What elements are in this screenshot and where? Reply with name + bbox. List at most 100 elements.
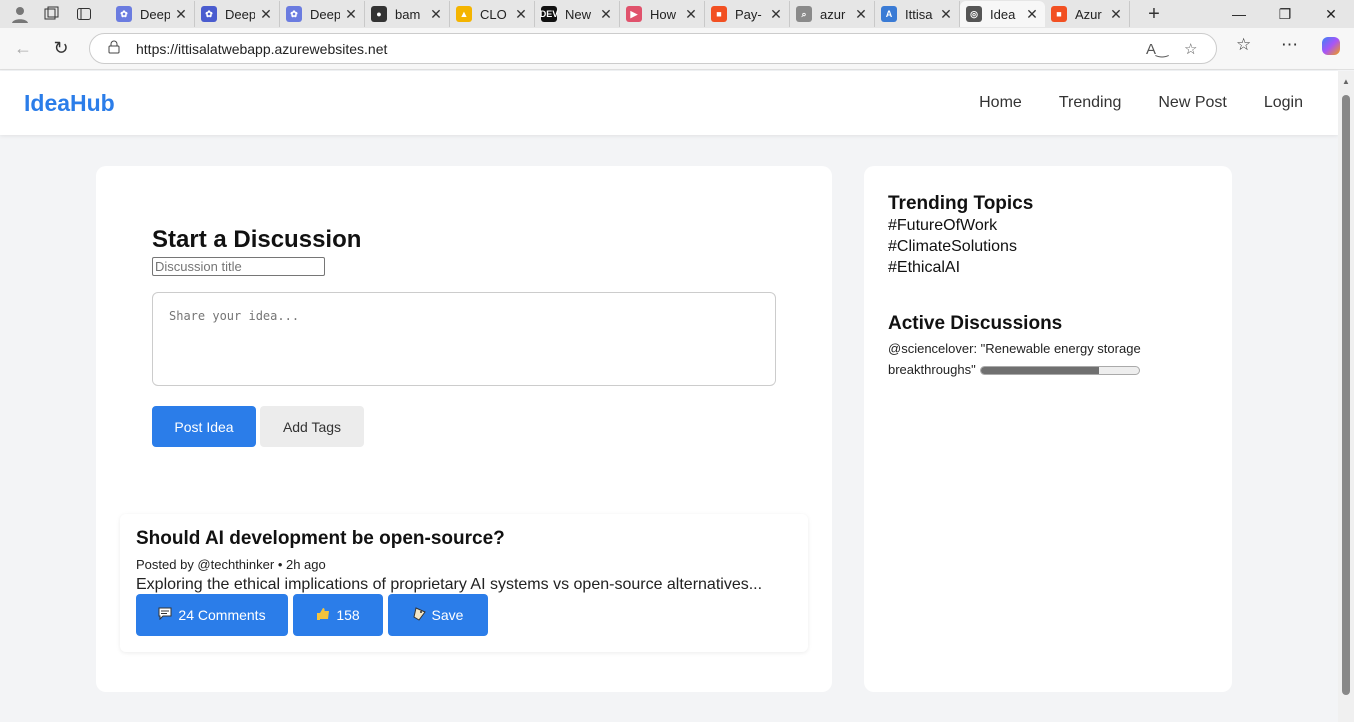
tab-close-icon[interactable]: ✕ (429, 6, 443, 23)
restore-icon[interactable]: ❐ (1262, 0, 1308, 28)
tab-close-icon[interactable]: ✕ (939, 6, 953, 23)
copilot-icon[interactable] (1320, 35, 1342, 62)
nav-login[interactable]: Login (1264, 94, 1303, 112)
browser-tab[interactable]: ● bam ✕ (365, 1, 450, 27)
tab-label: CLO (480, 6, 507, 22)
scroll-thumb[interactable] (1342, 95, 1350, 695)
idea-textarea[interactable] (152, 292, 776, 386)
tab-favicon-icon: ✿ (286, 6, 302, 22)
tab-favicon-icon: ⌕ (796, 6, 812, 22)
nav-trending[interactable]: Trending (1059, 94, 1122, 112)
profile-icon[interactable] (8, 2, 32, 26)
save-button[interactable]: Save (388, 594, 488, 636)
thumbs-up-icon (316, 607, 330, 624)
post-idea-button[interactable]: Post Idea (152, 406, 256, 447)
browser-tab[interactable]: ■ Pay- ✕ (705, 1, 790, 27)
browser-tab-bar: ✿ Deep ✕ ✿ Deep ✕ ✿ Deep ✕ ● bam ✕ ▲ CLO ✕ DEV New ✕ ▶ How ✕… (0, 0, 1354, 28)
url-field[interactable]: https://ittisalatwebapp.azurewebsites.ne… (89, 33, 1217, 64)
tab-favicon-icon: A (881, 6, 897, 22)
browser-tab[interactable]: A Ittisa ✕ (875, 1, 960, 27)
back-icon[interactable]: ← (8, 34, 38, 64)
tab-favicon-icon: ◎ (966, 6, 982, 22)
browser-tab[interactable]: ◎ Idea ✕ (960, 1, 1045, 27)
favorite-star-icon[interactable]: ☆ (1184, 40, 1197, 58)
activity-progress-fill (980, 367, 1100, 375)
like-button[interactable]: 158 (293, 594, 383, 636)
tab-favicon-icon: ● (371, 6, 387, 22)
browser-tab[interactable]: ■ Azur ✕ (1045, 1, 1130, 27)
tab-close-icon[interactable]: ✕ (1025, 6, 1039, 23)
browser-tab[interactable]: ✿ Deep ✕ (195, 1, 280, 27)
comments-button[interactable]: 24 Comments (136, 594, 288, 636)
close-window-icon[interactable]: ✕ (1308, 0, 1354, 28)
post-meta: Posted by @techthinker • 2h ago (136, 557, 326, 572)
minimize-icon[interactable]: — (1216, 0, 1262, 28)
refresh-icon[interactable]: ↻ (46, 34, 76, 64)
speech-bubble-icon (158, 607, 172, 623)
tab-close-icon[interactable]: ✕ (514, 6, 528, 23)
like-count: 158 (336, 607, 360, 623)
tab-label: Ittisa (905, 6, 933, 22)
tab-strip: ✿ Deep ✕ ✿ Deep ✕ ✿ Deep ✕ ● bam ✕ ▲ CLO ✕ DEV New ✕ ▶ How ✕… (110, 0, 1130, 28)
activity-progress-bar (979, 366, 1140, 376)
nav-new-post[interactable]: New Post (1158, 94, 1226, 112)
active-discussions-heading: Active Discussions (888, 313, 1063, 334)
bookmark-icon (412, 606, 426, 624)
tab-label: Deep (140, 6, 170, 22)
main-nav: Home Trending New Post Login (942, 94, 1303, 112)
main-content-card: Start a Discussion Post Idea Add Tags Sh… (96, 166, 832, 692)
add-tags-button[interactable]: Add Tags (260, 406, 364, 447)
tab-close-icon[interactable]: ✕ (684, 6, 698, 23)
active-discussion-item[interactable]: @sciencelover: "Renewable energy storage… (888, 338, 1168, 380)
trending-topic[interactable]: #ClimateSolutions (888, 238, 1017, 256)
tab-favicon-icon: ■ (711, 6, 727, 22)
tab-favicon-icon: ✿ (116, 6, 132, 22)
window-controls: — ❐ ✕ (1216, 0, 1354, 28)
post-title[interactable]: Should AI development be open-source? (136, 528, 505, 550)
compose-heading: Start a Discussion (152, 226, 362, 253)
tab-favicon-icon: DEV (540, 6, 558, 22)
browser-tab[interactable]: ▶ How ✕ (620, 1, 705, 27)
trending-topic[interactable]: #EthicalAI (888, 259, 960, 277)
tab-favicon-icon: ✿ (201, 6, 217, 22)
tab-label: Deep (310, 6, 340, 22)
trending-heading: Trending Topics (888, 193, 1034, 214)
tab-label: azur (820, 6, 846, 22)
tab-close-icon[interactable]: ✕ (769, 6, 783, 23)
browser-tab[interactable]: ▲ CLO ✕ (450, 1, 535, 27)
browser-tab[interactable]: ⌕ azur ✕ (790, 1, 875, 27)
vertical-tabs-icon[interactable] (72, 2, 96, 26)
read-aloud-icon[interactable]: A‿ (1146, 40, 1168, 58)
tab-label: Azur (1075, 6, 1102, 22)
tab-close-icon[interactable]: ✕ (1109, 6, 1123, 23)
discussion-title-input[interactable] (152, 257, 325, 276)
page-scrollbar[interactable]: ▲ (1338, 71, 1354, 722)
save-label: Save (431, 607, 464, 623)
tab-label: bam (395, 6, 421, 22)
brand-logo[interactable]: IdeaHub (24, 90, 115, 117)
tab-label: Deep (225, 6, 255, 22)
tab-favicon-icon: ▲ (456, 6, 472, 22)
tab-close-icon[interactable]: ✕ (599, 6, 613, 23)
comments-count: 24 Comments (178, 607, 266, 623)
more-menu-icon[interactable]: ⋯ (1281, 35, 1298, 55)
browser-tab[interactable]: ✿ Deep ✕ (110, 1, 195, 27)
tab-favicon-icon: ■ (1051, 6, 1067, 22)
scroll-up-icon[interactable]: ▲ (1342, 77, 1350, 86)
sidebar-card: Trending Topics #FutureOfWork #ClimateSo… (864, 166, 1232, 692)
browser-tab[interactable]: ✿ Deep ✕ (280, 1, 365, 27)
workspaces-icon[interactable] (40, 2, 64, 26)
browser-tab[interactable]: DEV New ✕ (535, 1, 620, 27)
tab-close-icon[interactable]: ✕ (259, 6, 273, 23)
tab-close-icon[interactable]: ✕ (344, 6, 358, 23)
tab-label: How (650, 6, 677, 22)
tab-close-icon[interactable]: ✕ (174, 6, 188, 23)
lock-icon[interactable] (108, 40, 124, 57)
tab-label: New (565, 6, 592, 22)
post-card: Should AI development be open-source? Po… (120, 514, 808, 652)
tab-close-icon[interactable]: ✕ (854, 6, 868, 23)
new-tab-button[interactable]: + (1140, 3, 1168, 26)
nav-home[interactable]: Home (979, 94, 1022, 112)
trending-topic[interactable]: #FutureOfWork (888, 217, 997, 235)
favorites-icon[interactable]: ☆ (1236, 35, 1251, 55)
